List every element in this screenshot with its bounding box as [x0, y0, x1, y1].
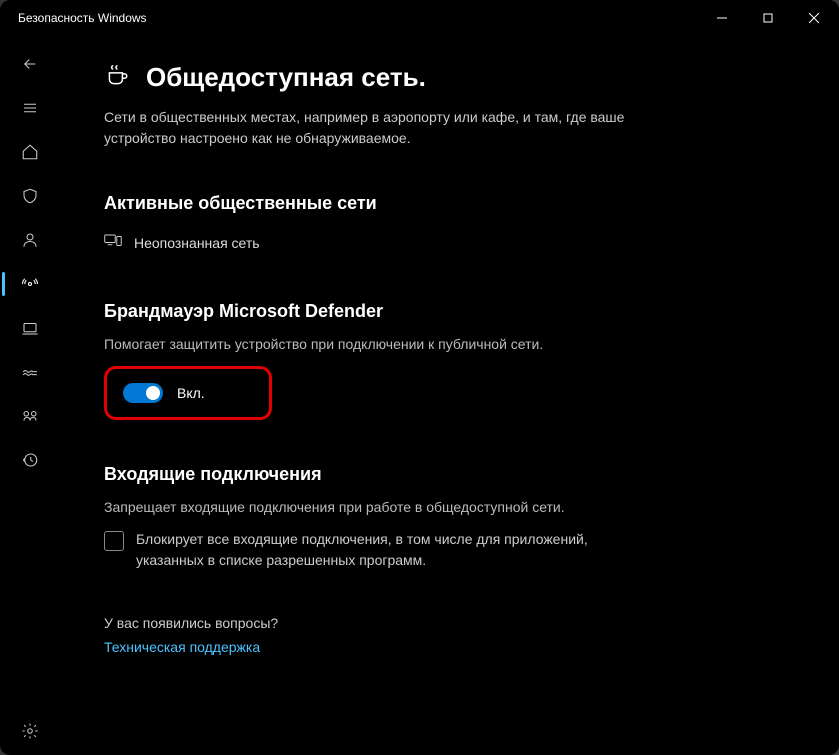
maximize-button[interactable] [745, 2, 791, 34]
main-content: Общедоступная сеть. Сети в общественных … [58, 34, 837, 753]
firewall-desc: Помогает защитить устройство при подключ… [104, 336, 797, 352]
nav-settings[interactable] [2, 709, 58, 753]
window-title: Безопасность Windows [18, 11, 699, 25]
help-questions: У вас появились вопросы? [104, 615, 797, 631]
block-incoming-checkbox[interactable] [104, 531, 124, 551]
nav-virus-protection[interactable] [2, 174, 58, 218]
menu-button[interactable] [2, 86, 58, 130]
nav-app-control[interactable] [2, 306, 58, 350]
nav-protection-history[interactable] [2, 438, 58, 482]
back-button[interactable] [2, 42, 58, 86]
incoming-section: Входящие подключения Запрещает входящие … [104, 464, 797, 571]
firewall-heading: Брандмауэр Microsoft Defender [104, 301, 797, 322]
incoming-heading: Входящие подключения [104, 464, 797, 485]
titlebar: Безопасность Windows [2, 2, 837, 34]
page-title: Общедоступная сеть. [146, 62, 426, 93]
help-section: У вас появились вопросы? Техническая под… [104, 615, 797, 657]
page-subtitle: Сети в общественных местах, например в а… [104, 107, 664, 149]
nav-firewall[interactable] [2, 262, 58, 306]
firewall-toggle-highlight: Вкл. [104, 366, 272, 420]
nav-device-security[interactable] [2, 350, 58, 394]
network-label: Неопознанная сеть [134, 235, 260, 251]
close-button[interactable] [791, 2, 837, 34]
sidebar [2, 34, 58, 753]
window-controls [699, 2, 837, 34]
active-networks-section: Активные общественные сети Неопознанная … [104, 193, 797, 257]
app-window: Безопасность Windows [0, 0, 839, 755]
block-incoming-row: Блокирует все входящие подключения, в то… [104, 529, 604, 571]
minimize-button[interactable] [699, 2, 745, 34]
monitor-icon [104, 234, 122, 251]
firewall-toggle-label: Вкл. [177, 385, 205, 401]
incoming-desc: Запрещает входящие подключения при работ… [104, 499, 797, 515]
help-link[interactable]: Техническая поддержка [104, 639, 260, 655]
nav-home[interactable] [2, 130, 58, 174]
block-incoming-label: Блокирует все входящие подключения, в то… [136, 529, 604, 571]
firewall-toggle[interactable] [123, 383, 163, 403]
network-item[interactable]: Неопознанная сеть [104, 228, 797, 257]
active-networks-heading: Активные общественные сети [104, 193, 797, 214]
nav-account-protection[interactable] [2, 218, 58, 262]
firewall-section: Брандмауэр Microsoft Defender Помогает з… [104, 301, 797, 420]
nav-device-performance[interactable] [2, 394, 58, 438]
coffee-icon [104, 62, 130, 93]
